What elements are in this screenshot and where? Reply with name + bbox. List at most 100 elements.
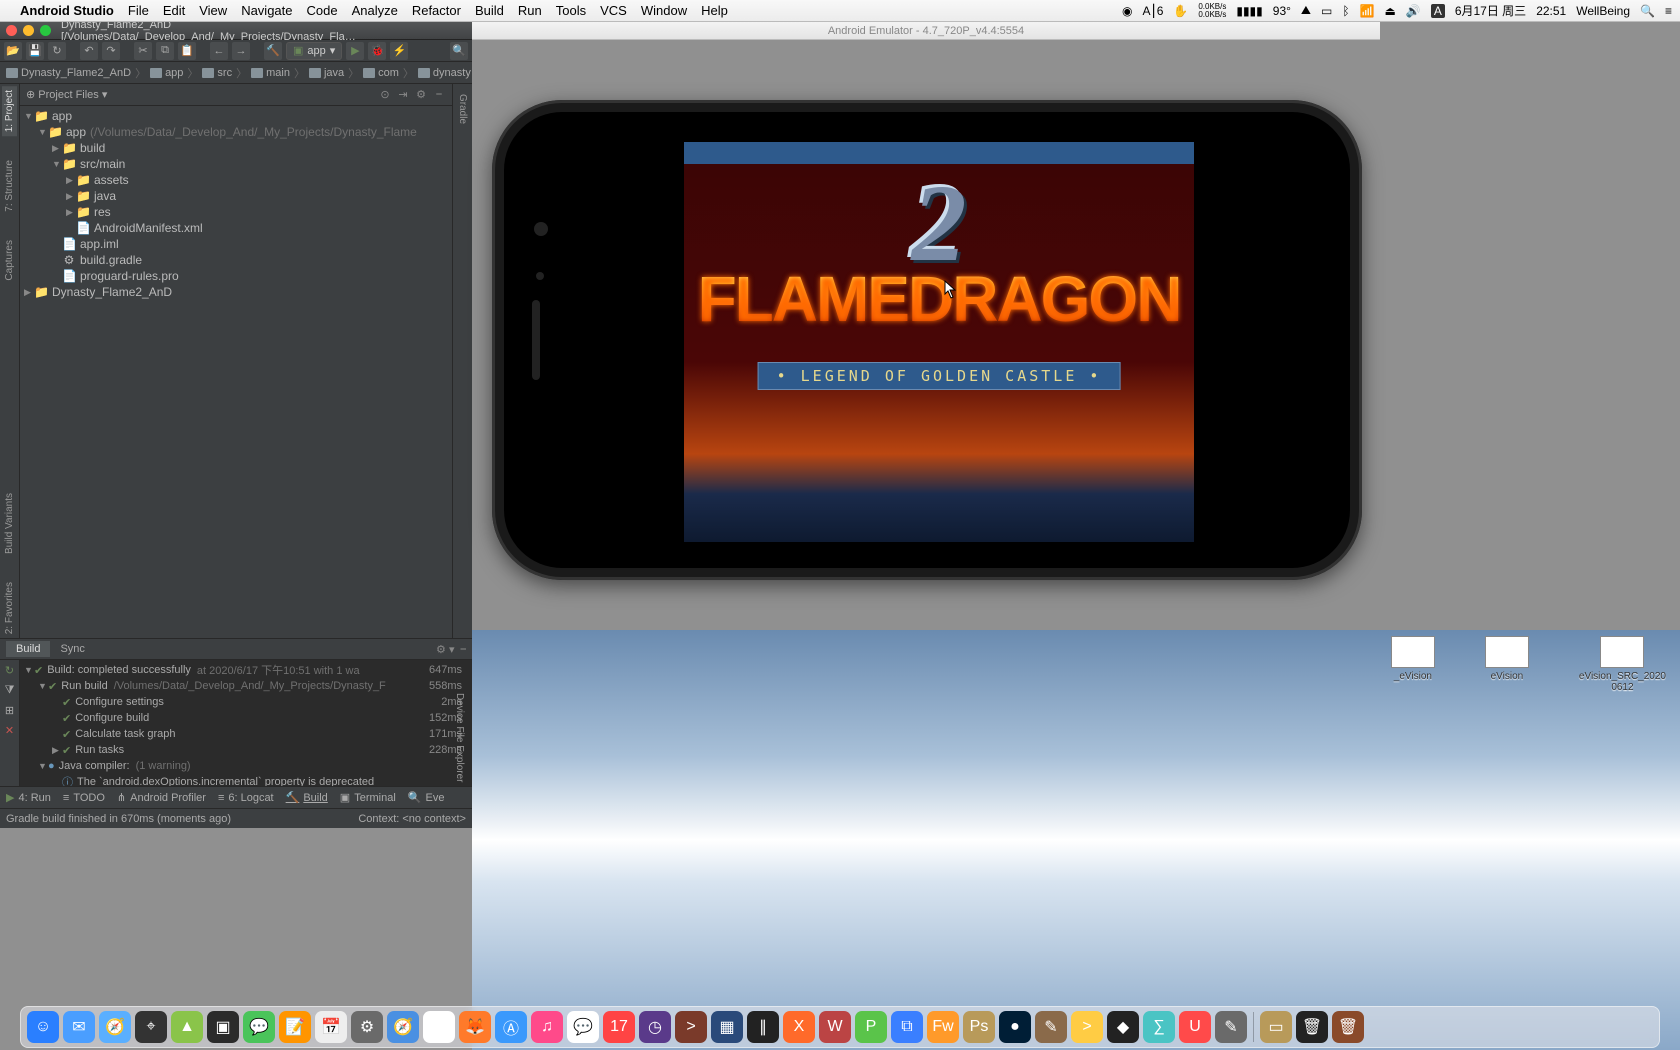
debug-button[interactable]: 🐞 [368, 42, 386, 60]
dock-app-mail[interactable]: ✉ [63, 1011, 95, 1043]
dock-app-pyc[interactable]: ▣ [207, 1011, 239, 1043]
tree-item[interactable]: ▶📁res [20, 204, 452, 220]
status-eject-icon[interactable]: ⏏ [1385, 4, 1396, 18]
navigation-bar[interactable]: Dynasty_Flame2_AnD〉 app〉 src〉 main〉 java… [0, 62, 472, 84]
desktop-folder[interactable]: _eVision [1391, 636, 1435, 693]
tree-item[interactable]: ▶📁build [20, 140, 452, 156]
dock-app-excel[interactable]: X [783, 1011, 815, 1043]
stop-icon[interactable]: ✕ [3, 724, 17, 738]
menu-help[interactable]: Help [701, 3, 728, 18]
search-everywhere-button[interactable]: 🔍 [450, 42, 468, 60]
build-row[interactable]: ✔Configure build 152ms [24, 710, 468, 726]
dock-app-cal[interactable]: 📅 [315, 1011, 347, 1043]
desktop-folder[interactable]: eVision [1485, 636, 1529, 693]
status-wifi-icon[interactable]: 📶 [1360, 4, 1375, 18]
status-time[interactable]: 22:51 [1536, 4, 1566, 18]
save-button[interactable]: 💾 [26, 42, 44, 60]
tab-device-file-explorer[interactable]: Device File Explorer [452, 689, 467, 786]
rerun-icon[interactable]: ↻ [3, 664, 17, 678]
menu-window[interactable]: Window [641, 3, 687, 18]
window-titlebar[interactable]: Dynasty_Flame2_AnD [/Volumes/Data/_Devel… [0, 22, 472, 40]
menu-file[interactable]: File [128, 3, 149, 18]
tab-gradle[interactable]: Gradle [455, 90, 470, 128]
dock[interactable]: ☺✉🧭⌖▲▣💬📝📅⚙🧭◉🦊Ⓐ♫💬17◷>▦∥XWP⧉FwPs●✎>◆∑U✎▭🗑🗑 [20, 1006, 1660, 1048]
dock-app-trash[interactable]: 🗑 [1296, 1011, 1328, 1043]
spotlight-icon[interactable]: 🔍 [1640, 4, 1655, 18]
tab-project[interactable]: 1: Project [2, 86, 17, 136]
menu-run[interactable]: Run [518, 3, 542, 18]
tab-todo[interactable]: ≡TODO [63, 792, 105, 804]
tab-event-log[interactable]: 🔍Eve [408, 791, 445, 804]
breadcrumb[interactable]: com [363, 67, 399, 79]
dock-app-ue[interactable]: U [1179, 1011, 1211, 1043]
status-temp[interactable]: 93° [1273, 4, 1291, 18]
dock-app-chrome[interactable]: ◉ [423, 1011, 455, 1043]
run-button[interactable]: ▶ [346, 42, 364, 60]
build-row[interactable]: ✔Configure settings 2ms [24, 694, 468, 710]
close-button[interactable] [6, 25, 17, 36]
tree-item[interactable]: 📄proguard-rules.pro [20, 268, 452, 284]
menu-view[interactable]: View [199, 3, 227, 18]
back-button[interactable]: ← [210, 42, 228, 60]
dock-app-clock[interactable]: ◷ [639, 1011, 671, 1043]
tab-profiler[interactable]: ⋔Android Profiler [117, 791, 206, 804]
desktop[interactable]: _eVision eVision eVision_SRC_2020 0612 [472, 630, 1680, 1050]
copy-button[interactable]: ⧉ [156, 42, 174, 60]
dock-app-safari[interactable]: 🧭 [387, 1011, 419, 1043]
dock-app-finder[interactable]: ☺ [27, 1011, 59, 1043]
menu-refactor[interactable]: Refactor [412, 3, 461, 18]
dock-app-bars[interactable]: ∥ [747, 1011, 779, 1043]
status-adobe[interactable]: A⎮6 [1142, 4, 1163, 18]
tab-favorites[interactable]: 2: Favorites [2, 578, 17, 638]
collapse-icon[interactable]: ⇥ [396, 88, 410, 102]
dock-app-beats[interactable]: ● [999, 1011, 1031, 1043]
make-button[interactable]: 🔨 [264, 42, 282, 60]
dock-app-cal17[interactable]: 17 [603, 1011, 635, 1043]
dock-app-appstore[interactable]: Ⓐ [495, 1011, 527, 1043]
tree-item[interactable]: 📄app.iml [20, 236, 452, 252]
device-screen[interactable]: 2 FLAMEDRAGON • LEGEND OF GOLDEN CASTLE … [594, 142, 1284, 542]
app-name-menu[interactable]: Android Studio [20, 3, 114, 18]
dock-app-cyber[interactable]: ◆ [1107, 1011, 1139, 1043]
tab-structure[interactable]: 7: Structure [2, 156, 17, 216]
tree-item[interactable]: ▶📁assets [20, 172, 452, 188]
tree-item[interactable]: ▼📁src/main [20, 156, 452, 172]
menu-vcs[interactable]: VCS [600, 3, 627, 18]
tab-build[interactable]: Build [6, 641, 50, 657]
status-date[interactable]: 6月17日 周三 [1455, 2, 1526, 19]
status-bluetooth-icon[interactable]: ᛒ [1342, 4, 1349, 18]
dock-app-term[interactable]: ⌖ [135, 1011, 167, 1043]
dock-app-music[interactable]: ♫ [531, 1011, 563, 1043]
hide-icon[interactable]: ⎯ [432, 88, 446, 102]
dock-app-trash[interactable]: 🗑 [1332, 1011, 1364, 1043]
dock-app-note[interactable]: ✎ [1035, 1011, 1067, 1043]
minimize-button[interactable] [23, 25, 34, 36]
desktop-folder[interactable]: eVision_SRC_2020 0612 [1579, 636, 1666, 693]
project-view-selector[interactable]: ⊕ Project Files ▾ [26, 88, 107, 101]
tab-build-bottom[interactable]: 🔨Build [286, 791, 328, 804]
forward-button[interactable]: → [232, 42, 250, 60]
dock-app-sys[interactable]: ⚙ [351, 1011, 383, 1043]
build-row[interactable]: ▶✔Run tasks 228ms [24, 742, 468, 758]
tree-item[interactable]: ⚙build.gradle [20, 252, 452, 268]
status-screens-icon[interactable]: ▭ [1321, 4, 1332, 18]
notification-center-icon[interactable]: ≡ [1665, 4, 1672, 18]
build-row[interactable]: ▼✔Run build /Volumes/Data/_Develop_And/_… [24, 678, 468, 694]
dock-app-ff[interactable]: 🦊 [459, 1011, 491, 1043]
dock-app-books[interactable]: ▭ [1260, 1011, 1292, 1043]
tree-item[interactable]: ▼📁app(/Volumes/Data/_Develop_And/_My_Pro… [20, 124, 452, 140]
locate-icon[interactable]: ⊙ [378, 88, 392, 102]
breadcrumb[interactable]: java [309, 67, 344, 79]
breadcrumb[interactable]: src [202, 67, 232, 79]
dock-app-notes[interactable]: 📝 [279, 1011, 311, 1043]
tree-item[interactable]: 📄AndroidManifest.xml [20, 220, 452, 236]
breadcrumb[interactable]: dynasty [418, 67, 471, 79]
build-hide-icon[interactable]: ⎯ [461, 643, 467, 656]
run-config-selector[interactable]: ▣app▾ [286, 42, 342, 60]
dock-app-msg[interactable]: 💬 [567, 1011, 599, 1043]
tree-item[interactable]: ▶📁java [20, 188, 452, 204]
dock-app-ppt[interactable]: P [855, 1011, 887, 1043]
status-network[interactable]: 0.0KB/s0.0KB/s [1198, 3, 1226, 19]
build-row[interactable]: ▼●Java compiler: (1 warning) [24, 758, 468, 774]
breadcrumb[interactable]: app [150, 67, 183, 79]
